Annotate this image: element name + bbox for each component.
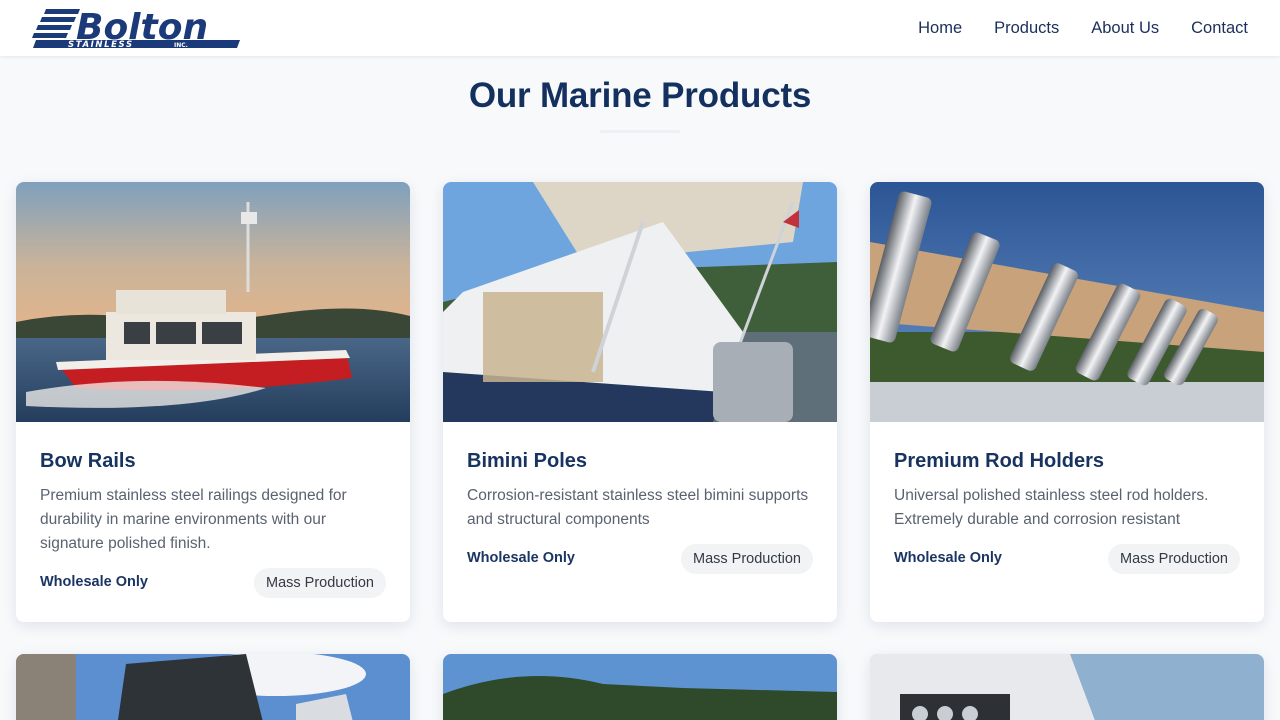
logo-subtitle: STAINLESS [68, 40, 134, 49]
forest-water-photo [443, 654, 837, 720]
product-card-premium-rod-holders[interactable]: Premium Rod Holders Universal polished s… [870, 182, 1264, 622]
rod-holders-photo [870, 182, 1264, 422]
title-divider [600, 130, 680, 133]
product-description: Universal polished stainless steel rod h… [894, 487, 1209, 528]
product-description: Premium stainless steel railings designe… [40, 487, 347, 552]
product-title: Bimini Poles [467, 450, 588, 472]
product-title: Bow Rails [40, 450, 136, 472]
product-description: Corrosion-resistant stainless steel bimi… [467, 487, 809, 528]
page-title: Our Marine Products [468, 76, 812, 115]
nav-home[interactable]: Home [918, 19, 962, 38]
nav-about-us[interactable]: About Us [1091, 19, 1159, 38]
site-header: Bolton STAINLESS INC. Home Products Abou… [0, 0, 1280, 56]
main-nav: Home Products About Us Contact [918, 0, 1248, 56]
production-badge: Mass Production [254, 568, 386, 598]
product-card-forest-water[interactable] [443, 654, 837, 720]
wholesale-label: Wholesale Only [467, 550, 575, 566]
bimini-boat-photo [443, 182, 837, 422]
bolton-logo[interactable]: Bolton STAINLESS INC. [32, 7, 244, 49]
wholesale-label: Wholesale Only [894, 550, 1002, 566]
product-card-bimini-poles[interactable]: Bimini Poles Corrosion-resistant stainle… [443, 182, 837, 622]
dock-boat-photo [16, 654, 410, 720]
nav-products[interactable]: Products [994, 19, 1059, 38]
logo-inc: INC. [174, 42, 188, 49]
nav-contact[interactable]: Contact [1191, 19, 1248, 38]
product-card-dock-boat[interactable] [16, 654, 410, 720]
production-badge: Mass Production [1108, 544, 1240, 574]
production-badge: Mass Production [681, 544, 813, 574]
product-card-console-boat[interactable] [870, 654, 1264, 720]
red-boat-photo [16, 182, 410, 422]
product-card-bow-rails[interactable]: Bow Rails Premium stainless steel railin… [16, 182, 410, 622]
console-boat-photo [870, 654, 1264, 720]
product-title: Premium Rod Holders [894, 450, 1105, 472]
wholesale-label: Wholesale Only [40, 574, 148, 590]
